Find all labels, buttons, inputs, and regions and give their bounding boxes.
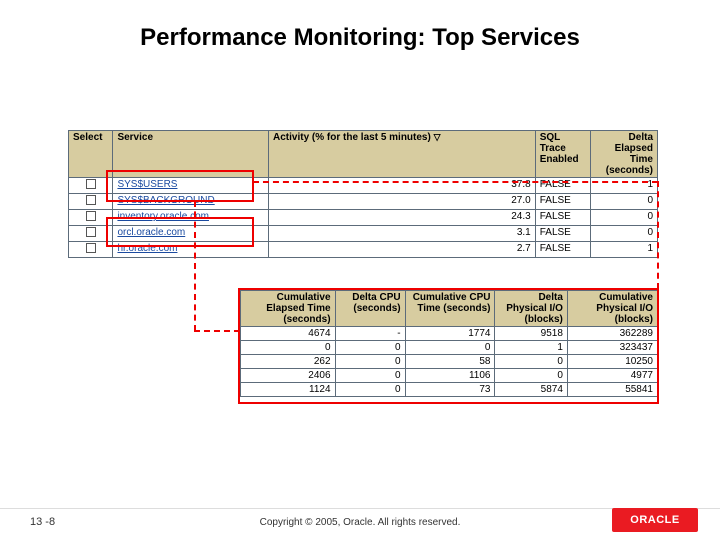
table-row: 0001323437: [241, 341, 658, 355]
service-cell[interactable]: SYS$BACKGROUND: [113, 194, 269, 210]
metric-cell: 323437: [567, 341, 657, 355]
metric-cell: 2406: [241, 369, 336, 383]
metric-cell: 1106: [405, 369, 495, 383]
metric-cell: 0: [335, 355, 405, 369]
delta-elapsed-cell: 0: [591, 226, 658, 242]
service-link[interactable]: SYS$USERS: [117, 179, 177, 190]
checkbox-icon[interactable]: [86, 227, 96, 237]
oracle-logo: ORACLE: [612, 508, 698, 532]
col-activity-label: Activity (% for the last 5 minutes): [273, 132, 431, 143]
metric-cell: 0: [335, 383, 405, 397]
select-cell[interactable]: [69, 210, 113, 226]
metric-cell: 9518: [495, 327, 567, 341]
select-cell[interactable]: [69, 194, 113, 210]
col-select: Select: [69, 131, 113, 178]
service-link[interactable]: hr.oracle.com: [117, 243, 177, 254]
table-row: 4674-17749518362289: [241, 327, 658, 341]
col-delta-cpu: Delta CPU (seconds): [335, 291, 405, 327]
metric-cell: 4674: [241, 327, 336, 341]
col-cum-cpu: Cumulative CPU Time (seconds): [405, 291, 495, 327]
table-row: inventory.oracle.com 24.3FALSE0: [69, 210, 658, 226]
metric-cell: 0: [495, 369, 567, 383]
checkbox-icon[interactable]: [86, 211, 96, 221]
table-row: 24060110604977: [241, 369, 658, 383]
col-cum-io: Cumulative Physical I/O (blocks): [567, 291, 657, 327]
delta-elapsed-cell: 1: [591, 178, 658, 194]
col-service: Service: [113, 131, 269, 178]
checkbox-icon[interactable]: [86, 179, 96, 189]
select-cell[interactable]: [69, 242, 113, 258]
delta-elapsed-cell: 0: [591, 210, 658, 226]
top-table-container: Select Service Activity (% for the last …: [68, 130, 658, 258]
service-cell[interactable]: orcl.oracle.com: [113, 226, 269, 242]
sql-trace-cell: FALSE: [535, 194, 591, 210]
service-cell[interactable]: hr.oracle.com: [113, 242, 269, 258]
detail-metrics-table: Cumulative Elapsed Time (seconds) Delta …: [240, 290, 658, 397]
sql-trace-cell: FALSE: [535, 178, 591, 194]
sql-trace-cell: FALSE: [535, 242, 591, 258]
metric-cell: 58: [405, 355, 495, 369]
metric-cell: 73: [405, 383, 495, 397]
metric-cell: 0: [335, 341, 405, 355]
col-sql-trace: SQL Trace Enabled: [535, 131, 591, 178]
slide-footer: 13 -8 Copyright © 2005, Oracle. All righ…: [0, 504, 720, 540]
activity-cell: 3.1: [269, 226, 536, 242]
metric-cell: -: [335, 327, 405, 341]
sort-desc-icon: ▽: [434, 132, 441, 142]
select-cell[interactable]: [69, 226, 113, 242]
table-row: 262058010250: [241, 355, 658, 369]
metric-cell: 55841: [567, 383, 657, 397]
table-row: SYS$BACKGROUND 27.0FALSE0: [69, 194, 658, 210]
col-activity[interactable]: Activity (% for the last 5 minutes) ▽: [269, 131, 536, 178]
activity-cell: 24.3: [269, 210, 536, 226]
activity-cell: 27.0: [269, 194, 536, 210]
delta-elapsed-cell: 1: [591, 242, 658, 258]
sql-trace-cell: FALSE: [535, 226, 591, 242]
col-cum-elapsed: Cumulative Elapsed Time (seconds): [241, 291, 336, 327]
service-cell[interactable]: SYS$USERS: [113, 178, 269, 194]
table-row: orcl.oracle.com 3.1FALSE0: [69, 226, 658, 242]
activity-cell: 2.7: [269, 242, 536, 258]
metric-cell: 5874: [495, 383, 567, 397]
metric-cell: 4977: [567, 369, 657, 383]
service-cell[interactable]: inventory.oracle.com: [113, 210, 269, 226]
checkbox-icon[interactable]: [86, 243, 96, 253]
table-row: hr.oracle.com 2.7FALSE1: [69, 242, 658, 258]
checkbox-icon[interactable]: [86, 195, 96, 205]
slide-title: Performance Monitoring: Top Services: [0, 0, 720, 62]
table-row: SYS$USERS 37.8FALSE1: [69, 178, 658, 194]
service-link[interactable]: orcl.oracle.com: [117, 227, 185, 238]
metric-cell: 0: [405, 341, 495, 355]
metric-cell: 0: [335, 369, 405, 383]
metric-cell: 10250: [567, 355, 657, 369]
select-cell[interactable]: [69, 178, 113, 194]
metric-cell: 0: [241, 341, 336, 355]
top-services-table: Select Service Activity (% for the last …: [68, 130, 658, 258]
sql-trace-cell: FALSE: [535, 210, 591, 226]
metric-cell: 1774: [405, 327, 495, 341]
service-link[interactable]: SYS$BACKGROUND: [117, 195, 214, 206]
bottom-table-container: Cumulative Elapsed Time (seconds) Delta …: [240, 290, 658, 397]
col-delta-elapsed: Delta Elapsed Time (seconds): [591, 131, 658, 178]
service-link[interactable]: inventory.oracle.com: [117, 211, 209, 222]
metric-cell: 0: [495, 355, 567, 369]
col-delta-io: Delta Physical I/O (blocks): [495, 291, 567, 327]
metric-cell: 262: [241, 355, 336, 369]
dash-h1: [194, 330, 240, 332]
delta-elapsed-cell: 0: [591, 194, 658, 210]
activity-cell: 37.8: [269, 178, 536, 194]
table-row: 1124073587455841: [241, 383, 658, 397]
metric-cell: 1: [495, 341, 567, 355]
metric-cell: 362289: [567, 327, 657, 341]
metric-cell: 1124: [241, 383, 336, 397]
